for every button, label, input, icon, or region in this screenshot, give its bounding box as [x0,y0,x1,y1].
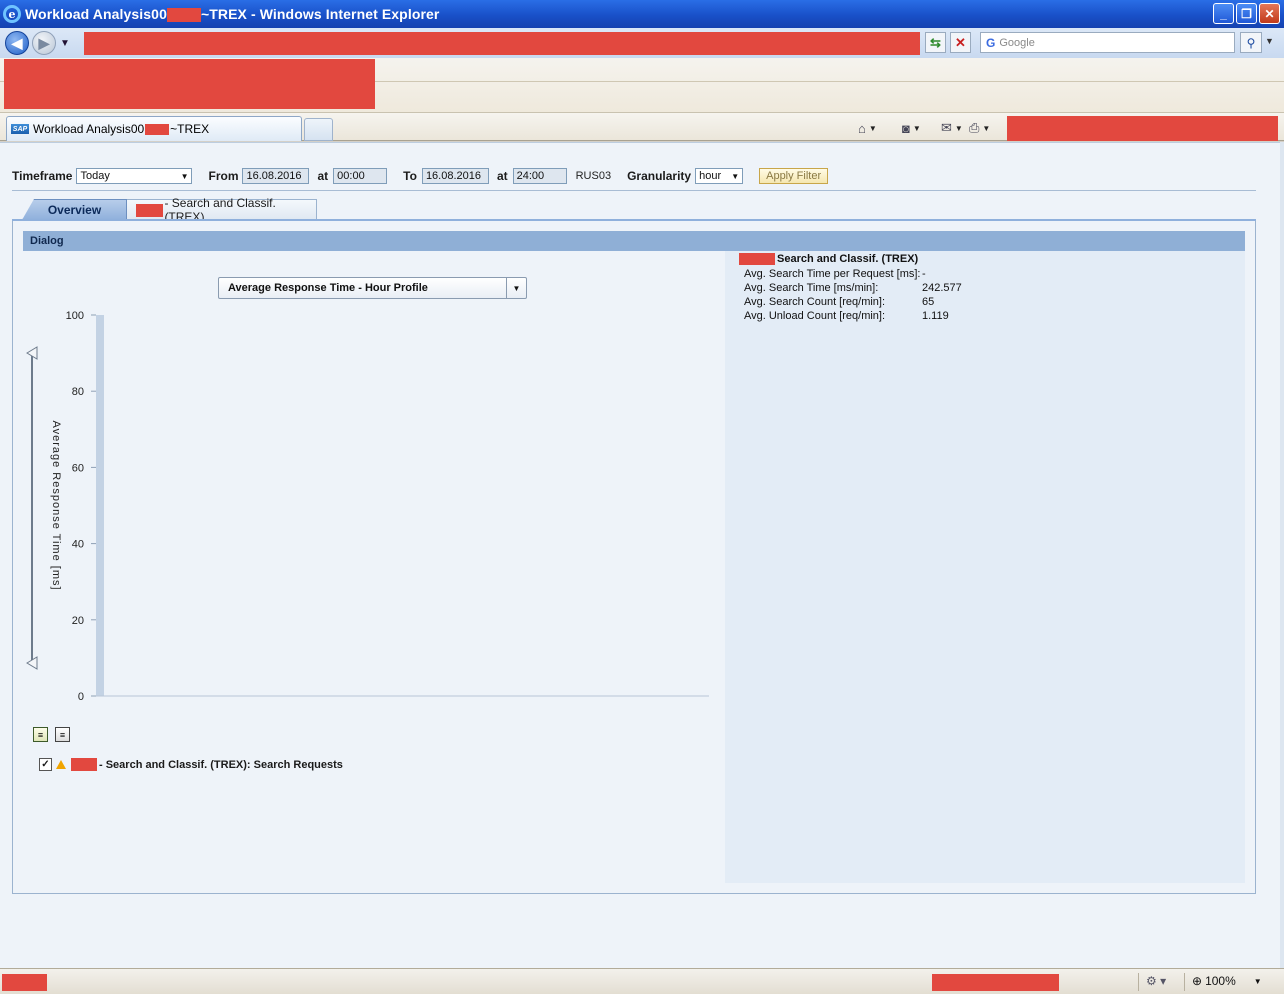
warning-icon [56,760,66,769]
y-tick-label: 60 [72,462,84,474]
legend-label: - Search and Classif. (TREX): Search Req… [99,758,343,771]
at-label: at [317,169,329,183]
from-time-field[interactable]: 00:00 [333,168,388,184]
redacted-block [136,203,164,217]
chevron-down-icon: ▼ [506,278,526,298]
search-icon[interactable]: ⚲ [1240,32,1262,53]
minimize-button[interactable]: _ [1213,3,1234,24]
chart-type-select[interactable]: Average Response Time - Hour Profile ▼ [218,277,527,299]
print-icon[interactable]: ⎙ ▼ [969,118,990,138]
apply-filter-button[interactable]: Apply Filter [759,168,829,184]
overview-panel: Dialog Average Response Time - Hour Prof… [12,221,1256,894]
info-panel: Search and Classif. (TREX) Avg. Search T… [725,251,1245,883]
to-label: To [403,169,417,183]
y-axis-band [96,315,104,696]
granularity-select[interactable]: hour ▼ [695,168,744,184]
zoom-icon: ⊕ [1192,974,1203,988]
info-row: Avg. Unload Count [req/min]: 1.119 [744,310,949,322]
timeframe-label: Timeframe [12,169,73,183]
timeframe-select[interactable]: Today ▼ [76,168,193,184]
feeds-icon[interactable]: ◙ ▼ [902,118,921,138]
info-row: Avg. Search Time per Request [ms]: - [744,268,926,280]
from-label: From [208,169,239,183]
window-title-bar: e Workload Analysis00 ~TREX - Windows Int… [0,0,1284,28]
dialog-header: Dialog [23,231,1245,251]
mail-icon[interactable]: ✉ ▼ [941,118,963,138]
redacted-block [1007,116,1278,141]
links-toolbar [0,58,1284,113]
redacted-block [739,253,775,265]
home-icon[interactable]: ⌂ ▼ [858,118,877,138]
granularity-label: Granularity [627,169,692,183]
response-time-chart: 100 80 60 40 20 0 Average Response Time [ms] [26,310,709,703]
page-content: Timeframe Today ▼ From 16.08.2016 at 00:0… [0,142,1280,968]
history-dropdown-icon[interactable]: ▼ [60,38,70,49]
status-bar: ⚙ ▾ ⊕ 100% ▼ [0,968,1284,994]
refresh-icon[interactable]: ⇆ [925,32,946,53]
info-table: Avg. Search Time per Request [ms]: - Avg.… [744,267,962,323]
redacted-block [932,974,1059,991]
tab-search-classif[interactable]: - Search and Classif. (TREX) [117,196,317,224]
series-checkbox[interactable]: ✓ [39,758,52,771]
address-field-redacted[interactable] [84,32,920,55]
info-row: Avg. Search Time [ms/min]: 242.577 [744,282,962,294]
redacted-block [4,59,375,109]
y-tick-label: 100 [66,310,84,322]
redacted-block [145,123,170,135]
tab-overview[interactable]: Overview [22,199,127,220]
chevron-down-icon: ▼ [1253,976,1262,986]
filter-bar: Timeframe Today ▼ From 16.08.2016 at 00:0… [12,166,829,186]
y-axis-label: Average Response Time [ms] [50,420,62,590]
y-tick-label: 0 [78,691,84,703]
info-title: Search and Classif. (TREX) [739,253,918,265]
back-button[interactable]: ◀ [5,31,29,55]
info-row: Avg. Search Count [req/min]: 65 [744,296,935,308]
address-bar-row: ◀ ▶ ▼ ⇆ ✕ G Google ⚲ ▼ [0,28,1284,58]
protected-mode-icon[interactable]: ⚙ ▾ [1146,974,1166,988]
window-title: Workload Analysis00 ~TREX - Windows Inter… [25,5,440,23]
redacted-block [2,974,47,991]
y-tick-label: 40 [72,539,84,551]
sap-icon: SAP [11,124,29,134]
export-icon[interactable]: ≡ [33,727,48,742]
at-label: at [496,169,508,183]
redacted-block [71,758,97,771]
from-date-field[interactable]: 16.08.2016 [242,168,310,184]
search-options-icon[interactable]: ▼ [1265,36,1274,46]
y-tick-label: 80 [72,386,84,398]
details-icon[interactable]: ≡ [55,727,70,742]
stop-icon[interactable]: ✕ [950,32,971,53]
forward-button[interactable]: ▶ [32,31,56,55]
search-input[interactable]: G Google [980,32,1235,53]
system-id: RUS03 [575,170,612,182]
chevron-down-icon: ▼ [180,171,189,181]
to-date-field[interactable]: 16.08.2016 [421,168,489,184]
legend-item: ✓ - Search and Classif. (TREX): Search R… [39,758,343,771]
app-tabs: - Search and Classif. (TREX) Overview [12,196,1256,224]
to-time-field[interactable]: 24:00 [512,168,567,184]
restore-button[interactable]: ❐ [1236,3,1257,24]
chevron-down-icon: ▼ [731,171,740,181]
chart-area: Average Response Time - Hour Profile ▼ 1… [23,251,723,883]
browser-tab-row: SAP Workload Analysis00 ~TREX ⌂ ▼ ◙ ▼ ✉ ▼ ⎙ ▼ [0,113,1284,141]
redacted-block [166,8,201,23]
y-tick-label: 20 [72,615,84,627]
new-tab-button[interactable] [304,118,333,141]
browser-tab[interactable]: SAP Workload Analysis00 ~TREX [6,116,302,141]
internet-explorer-icon: e [3,5,21,23]
close-button[interactable]: ✕ [1259,3,1280,24]
zoom-control[interactable]: ⊕ 100% ▼ [1192,974,1262,988]
google-icon: G [986,35,996,50]
